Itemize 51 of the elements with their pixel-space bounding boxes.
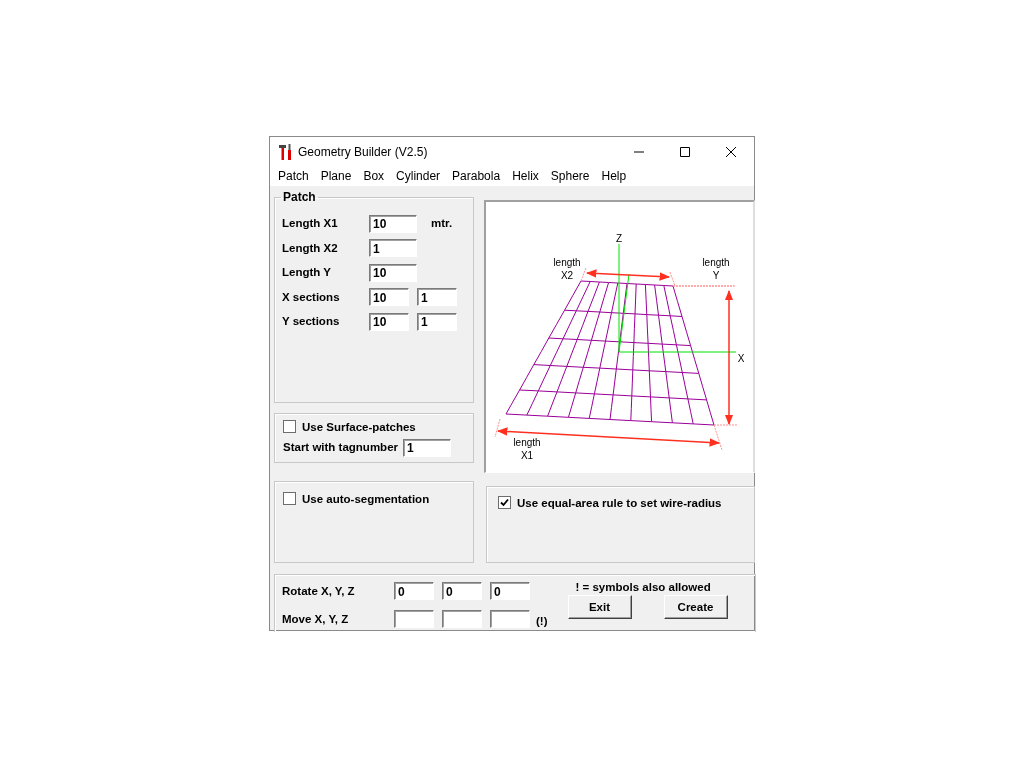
tools-icon: [279, 143, 293, 160]
maximize-icon: [680, 146, 690, 157]
input-field[interactable]: 10: [369, 214, 417, 233]
axis-label: Z: [615, 233, 623, 244]
checkbox-label: Use auto-segmentation: [302, 492, 430, 505]
input-field[interactable]: 0: [394, 582, 434, 601]
field-label: X sections: [282, 290, 341, 303]
input-field[interactable]: [490, 610, 530, 629]
dimension-label: length X1: [513, 437, 541, 461]
field-label: Y sections: [282, 315, 341, 328]
field-label: Rotate X, Y, Z: [282, 585, 356, 597]
dimension-label: length Y: [702, 257, 730, 281]
menu-item[interactable]: Patch: [272, 166, 315, 186]
checkbox-label: Use Surface-patches: [302, 420, 416, 433]
input-field[interactable]: [394, 610, 434, 629]
input-field[interactable]: 10: [369, 263, 417, 282]
input-field[interactable]: 10: [369, 288, 409, 306]
input-field[interactable]: 1: [417, 312, 457, 331]
input-field[interactable]: 0: [442, 582, 482, 601]
menu-item[interactable]: Help: [595, 166, 633, 186]
field-label: Start with tagnumber: [283, 441, 398, 454]
dimension-label: length X2: [553, 257, 581, 281]
checkbox[interactable]: [283, 492, 296, 505]
hint-text: ! = symbols also allowed: [575, 581, 711, 593]
window-title: Geometry Builder (V2.5): [298, 144, 429, 159]
input-field[interactable]: 1: [403, 438, 451, 457]
input-field[interactable]: [442, 610, 482, 629]
menu-item[interactable]: Parabola: [446, 166, 507, 186]
axis-label: X: [737, 353, 745, 364]
field-label: Move X, Y, Z: [282, 613, 350, 625]
field-label: Length X1: [282, 217, 339, 230]
input-field[interactable]: 0: [490, 582, 530, 601]
field-label: Length Y: [282, 266, 332, 279]
checkbox[interactable]: [498, 496, 511, 509]
checkbox[interactable]: [283, 420, 296, 433]
input-field[interactable]: 1: [417, 288, 457, 306]
dialog-button[interactable]: Exit: [567, 595, 632, 619]
field-label: Length X2: [282, 241, 339, 254]
menu-item[interactable]: Cylinder: [390, 166, 447, 186]
group-title: Patch: [282, 190, 317, 204]
input-field[interactable]: 1: [369, 239, 417, 257]
close-icon: [726, 146, 736, 157]
menu-item[interactable]: Helix: [506, 166, 545, 186]
menu-item[interactable]: Plane: [314, 166, 358, 186]
symbol-hint: (!): [536, 614, 548, 627]
unit-label: mtr.: [431, 217, 453, 230]
input-field[interactable]: 10: [369, 312, 409, 331]
menu-item[interactable]: Sphere: [544, 166, 596, 186]
menu-item[interactable]: Box: [357, 166, 391, 186]
dialog-button[interactable]: Create: [663, 595, 728, 619]
checkbox-label: Use equal-area rule to set wire-radius: [517, 496, 722, 509]
